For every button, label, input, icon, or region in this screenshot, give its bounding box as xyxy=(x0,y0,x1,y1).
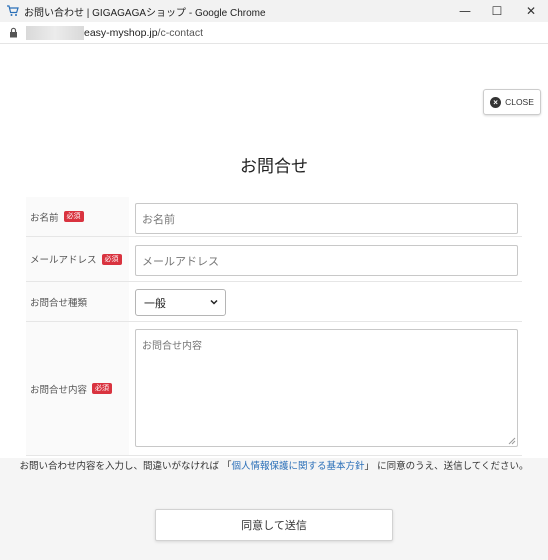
notice-text-before: お問い合わせ内容を入力し、間違いがなければ 「 xyxy=(19,461,232,472)
consent-notice: お問い合わせ内容を入力し、間違いがなければ 「個人情報保護に関する基本方針」 に… xyxy=(0,458,548,472)
type-label-text: お問合せ種類 xyxy=(30,297,88,309)
maximize-button[interactable]: ☐ xyxy=(480,0,514,22)
content-input-cell: お問合せ内容 xyxy=(129,322,522,455)
email-placeholder: メールアドレス xyxy=(142,254,219,268)
name-input[interactable]: お名前 xyxy=(135,203,518,234)
inquiry-type-select[interactable]: 一般 xyxy=(135,289,226,316)
minimize-button[interactable]: — xyxy=(448,0,482,22)
content-label: お問合せ内容 必須 xyxy=(26,322,129,455)
close-button-label: CLOSE xyxy=(505,97,534,107)
submit-button[interactable]: 同意して送信 xyxy=(155,509,393,541)
name-label: お名前 必須 xyxy=(26,197,129,236)
url-host: easy-myshop.jp xyxy=(84,26,158,39)
type-label: お問合せ種類 xyxy=(26,282,129,321)
form-row-name: お名前 必須 お名前 xyxy=(26,197,522,237)
notice-text-after: 」 に同意のうえ、送信してください。 xyxy=(364,461,529,472)
form-row-email: メールアドレス 必須 メールアドレス xyxy=(26,237,522,282)
lock-icon xyxy=(9,27,18,38)
name-input-cell: お名前 xyxy=(129,197,522,236)
close-window-button[interactable]: ✕ xyxy=(514,0,548,22)
resize-grip-icon[interactable] xyxy=(508,437,516,445)
submit-label: 同意して送信 xyxy=(241,519,307,532)
type-input-cell: 一般 xyxy=(129,282,522,321)
required-badge: 必須 xyxy=(63,211,84,222)
name-label-text: お名前 xyxy=(30,212,59,224)
privacy-policy-link[interactable]: 個人情報保護に関する基本方針 xyxy=(232,461,365,472)
url-text[interactable]: easy-myshop.jp/c-contact xyxy=(84,27,203,39)
email-input-cell: メールアドレス xyxy=(129,237,522,281)
redacted-subdomain xyxy=(26,25,84,40)
contact-form: お名前 必須 お名前 メールアドレス 必須 メールアドレス お問合せ種類 一般 xyxy=(26,197,522,456)
email-label: メールアドレス 必須 xyxy=(26,237,129,281)
form-row-type: お問合せ種類 一般 xyxy=(26,282,522,322)
cart-icon xyxy=(5,4,19,18)
window-title: お問い合わせ | GIGAGAGAショップ - Google Chrome xyxy=(24,7,266,19)
content-placeholder: お問合せ内容 xyxy=(142,341,202,352)
chevron-down-icon xyxy=(209,297,219,307)
page-title: お問合せ xyxy=(240,157,308,177)
required-badge: 必須 xyxy=(92,383,113,394)
content-label-text: お問合せ内容 xyxy=(30,384,88,396)
email-label-text: メールアドレス xyxy=(30,255,97,266)
close-icon: × xyxy=(490,96,502,108)
email-input[interactable]: メールアドレス xyxy=(135,245,518,276)
address-bar[interactable]: easy-myshop.jp/c-contact xyxy=(0,22,548,44)
name-placeholder: お名前 xyxy=(142,212,175,226)
content-textarea[interactable]: お問合せ内容 xyxy=(135,329,518,447)
inquiry-type-value: 一般 xyxy=(144,296,166,310)
form-row-content: お問合せ内容 必須 お問合せ内容 xyxy=(26,322,522,456)
window-title-bar: お問い合わせ | GIGAGAGAショップ - Google Chrome — … xyxy=(0,0,548,22)
required-badge: 必須 xyxy=(101,253,122,265)
close-button[interactable]: × CLOSE xyxy=(483,89,541,115)
url-path: /c-contact xyxy=(157,26,204,39)
